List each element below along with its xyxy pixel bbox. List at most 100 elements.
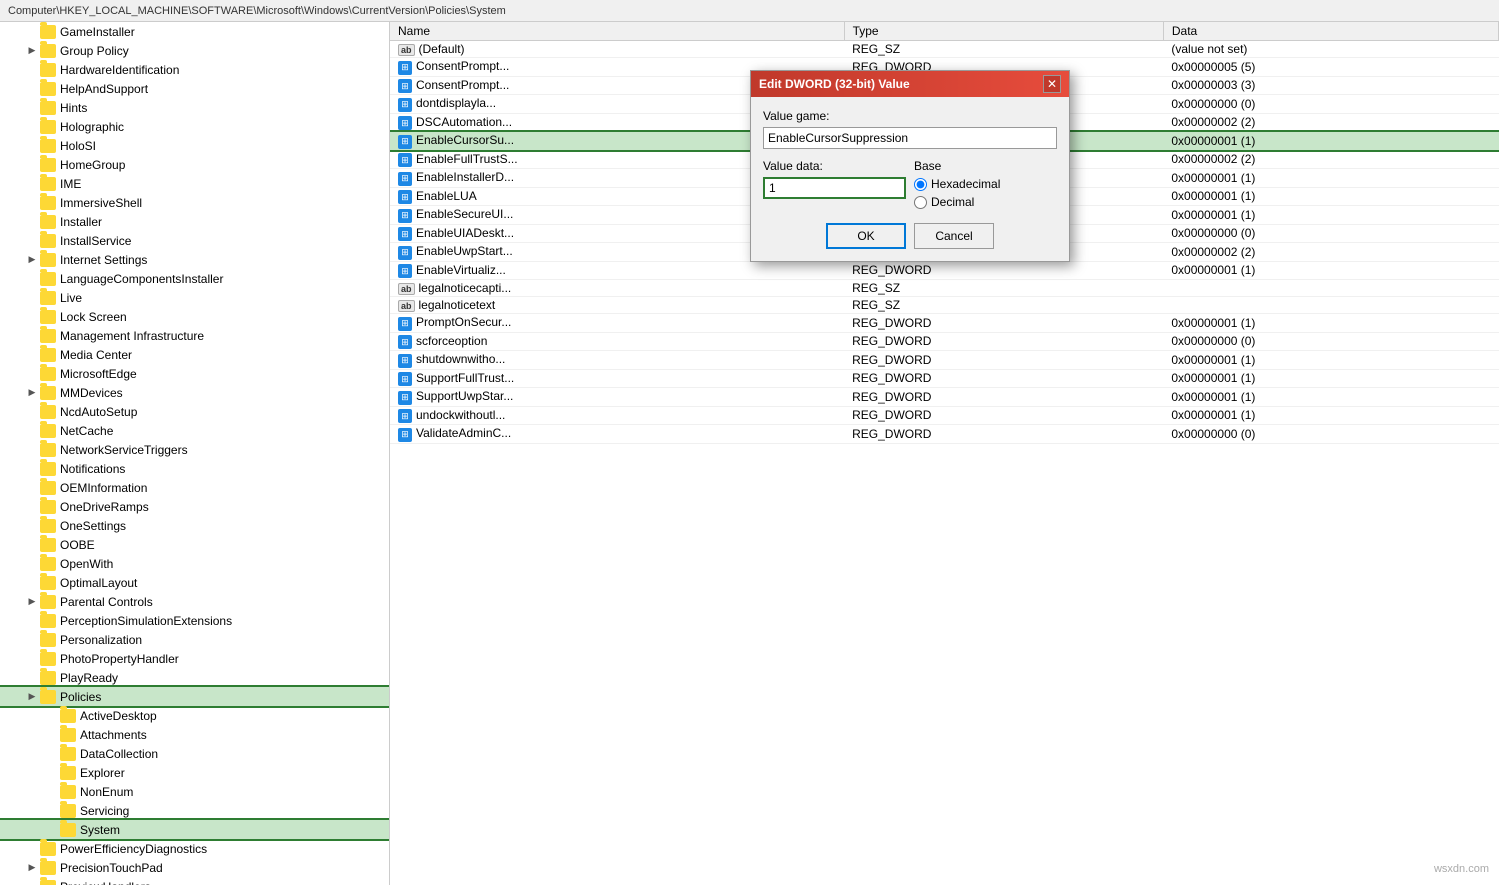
tree-item-oeminformation[interactable]: OEMInformation [0, 478, 389, 497]
tree-item-powerefficiency[interactable]: PowerEfficiencyDiagnostics [0, 839, 389, 858]
tree-item-holographic[interactable]: Holographic [0, 117, 389, 136]
row-data: 0x00000001 (1) [1163, 406, 1498, 425]
tree-item-activedesktop[interactable]: ActiveDesktop [0, 706, 389, 725]
radio-hexadecimal[interactable]: Hexadecimal [914, 177, 1057, 191]
table-row[interactable]: shutdownwitho... REG_DWORD 0x00000001 (1… [390, 351, 1499, 370]
cancel-button[interactable]: Cancel [914, 223, 994, 249]
table-row[interactable]: PromptOnSecur... REG_DWORD 0x00000001 (1… [390, 314, 1499, 333]
folder-icon [60, 709, 76, 723]
row-name: ab(Default) [390, 41, 844, 58]
tree-item-notifications[interactable]: Notifications [0, 459, 389, 478]
tree-item-hardwareidentification[interactable]: HardwareIdentification [0, 60, 389, 79]
table-row[interactable]: ablegalnoticetext REG_SZ [390, 297, 1499, 314]
tree-item-previewhandlers[interactable]: PreviewHandlers [0, 877, 389, 885]
tree-item-internetsettings[interactable]: ▶Internet Settings [0, 250, 389, 269]
tree-item-mmdevices[interactable]: ▶MMDevices [0, 383, 389, 402]
tree-item-live[interactable]: Live [0, 288, 389, 307]
tree-item-languagecomponents[interactable]: LanguageComponentsInstaller [0, 269, 389, 288]
expand-icon[interactable]: ▶ [24, 43, 40, 59]
table-row[interactable]: ablegalnoticecapti... REG_SZ [390, 280, 1499, 297]
row-type: REG_DWORD [844, 369, 1163, 388]
row-data [1163, 280, 1498, 297]
tree-item-onedriveramps[interactable]: OneDriveRamps [0, 497, 389, 516]
expand-icon[interactable]: ▶ [24, 594, 40, 610]
folder-icon [60, 804, 76, 818]
table-row[interactable]: SupportFullTrust... REG_DWORD 0x00000001… [390, 369, 1499, 388]
table-row[interactable]: ValidateAdminC... REG_DWORD 0x00000000 (… [390, 425, 1499, 444]
tree-item-oobe[interactable]: OOBE [0, 535, 389, 554]
tree-item-precisiontouchpad[interactable]: ▶PrecisionTouchPad [0, 858, 389, 877]
tree-item-policies[interactable]: ▶Policies [0, 687, 389, 706]
ab-icon: ab [398, 300, 415, 312]
tree-item-mediacenter[interactable]: Media Center [0, 345, 389, 364]
tree-label: Management Infrastructure [60, 329, 204, 343]
tree-item-photoproperty[interactable]: PhotoPropertyHandler [0, 649, 389, 668]
table-row[interactable]: EnableVirtualiz... REG_DWORD 0x00000001 … [390, 261, 1499, 280]
tree-item-perceptionsim[interactable]: PerceptionSimulationExtensions [0, 611, 389, 630]
expand-icon[interactable]: ▶ [24, 385, 40, 401]
tree-item-immersiveshell[interactable]: ImmersiveShell [0, 193, 389, 212]
tree-item-gameinstaller[interactable]: GameInstaller [0, 22, 389, 41]
tree-item-personalization[interactable]: Personalization [0, 630, 389, 649]
row-data: 0x00000005 (5) [1163, 58, 1498, 77]
tree-item-hints[interactable]: Hints [0, 98, 389, 117]
table-row[interactable]: undockwithoutl... REG_DWORD 0x00000001 (… [390, 406, 1499, 425]
tree-item-system[interactable]: System [0, 820, 389, 839]
folder-icon [60, 823, 76, 837]
expand-icon[interactable]: ▶ [24, 689, 40, 705]
tree-item-nonenum[interactable]: NonEnum [0, 782, 389, 801]
tree-item-microsoftedge[interactable]: MicrosoftEdge [0, 364, 389, 383]
row-data: 0x00000001 (1) [1163, 261, 1498, 280]
tree-item-installservice[interactable]: InstallService [0, 231, 389, 250]
tree-item-datacollection[interactable]: DataCollection [0, 744, 389, 763]
table-row[interactable]: SupportUwpStar... REG_DWORD 0x00000001 (… [390, 388, 1499, 407]
decimal-radio[interactable] [914, 196, 927, 209]
row-data: 0x00000001 (1) [1163, 369, 1498, 388]
tree-label: Media Center [60, 348, 132, 362]
tree-item-helpandsupport[interactable]: HelpAndSupport [0, 79, 389, 98]
tree-item-grouppolicy[interactable]: ▶Group Policy [0, 41, 389, 60]
row-name: SupportFullTrust... [390, 369, 844, 388]
tree-label: Parental Controls [60, 595, 153, 609]
value-data-input[interactable] [763, 177, 906, 199]
expand-icon[interactable]: ▶ [24, 252, 40, 268]
tree-item-ime[interactable]: IME [0, 174, 389, 193]
row-data: 0x00000001 (1) [1163, 206, 1498, 225]
value-data-label: Value data: [763, 159, 906, 173]
radio-decimal[interactable]: Decimal [914, 195, 1057, 209]
row-data: 0x00000000 (0) [1163, 425, 1498, 444]
tree-item-explorer[interactable]: Explorer [0, 763, 389, 782]
tree-item-parentalcontrols[interactable]: ▶ Parental Controls [0, 592, 389, 611]
tree-item-optimallayout[interactable]: OptimalLayout [0, 573, 389, 592]
expand-icon[interactable]: ▶ [24, 860, 40, 876]
tree-item-ncdautosetup[interactable]: NcdAutoSetup [0, 402, 389, 421]
dialog-row: Value data: Base Hexadecimal Decimal [763, 159, 1057, 209]
ok-button[interactable]: OK [826, 223, 906, 249]
tree-item-management[interactable]: Management Infrastructure [0, 326, 389, 345]
dialog-close-button[interactable]: ✕ [1043, 75, 1061, 93]
tree-item-netcache[interactable]: NetCache [0, 421, 389, 440]
folder-icon [40, 405, 56, 419]
tree-item-networkservicetriggers[interactable]: NetworkServiceTriggers [0, 440, 389, 459]
tree-label: NonEnum [80, 785, 133, 799]
row-name: ablegalnoticetext [390, 297, 844, 314]
tree-item-onesettings[interactable]: OneSettings [0, 516, 389, 535]
tree-item-homegroup[interactable]: HomeGroup [0, 155, 389, 174]
tree-item-lockscreen[interactable]: Lock Screen [0, 307, 389, 326]
decimal-label: Decimal [931, 195, 974, 209]
tree-item-playready[interactable]: PlayReady [0, 668, 389, 687]
tree-item-openwith[interactable]: OpenWith [0, 554, 389, 573]
table-row[interactable]: ab(Default) REG_SZ (value not set) [390, 41, 1499, 58]
tree-item-installer[interactable]: Installer [0, 212, 389, 231]
tree-item-holosi[interactable]: HoloSI [0, 136, 389, 155]
tree-label: OneSettings [60, 519, 126, 533]
value-name-input[interactable] [763, 127, 1057, 149]
dword-icon [398, 172, 412, 186]
tree-item-servicing[interactable]: Servicing [0, 801, 389, 820]
tree-item-attachments[interactable]: Attachments [0, 725, 389, 744]
row-data: 0x00000001 (1) [1163, 351, 1498, 370]
col-name: Name [390, 22, 844, 41]
table-row[interactable]: scforceoption REG_DWORD 0x00000000 (0) [390, 332, 1499, 351]
tree-label: PerceptionSimulationExtensions [60, 614, 232, 628]
hexadecimal-radio[interactable] [914, 178, 927, 191]
